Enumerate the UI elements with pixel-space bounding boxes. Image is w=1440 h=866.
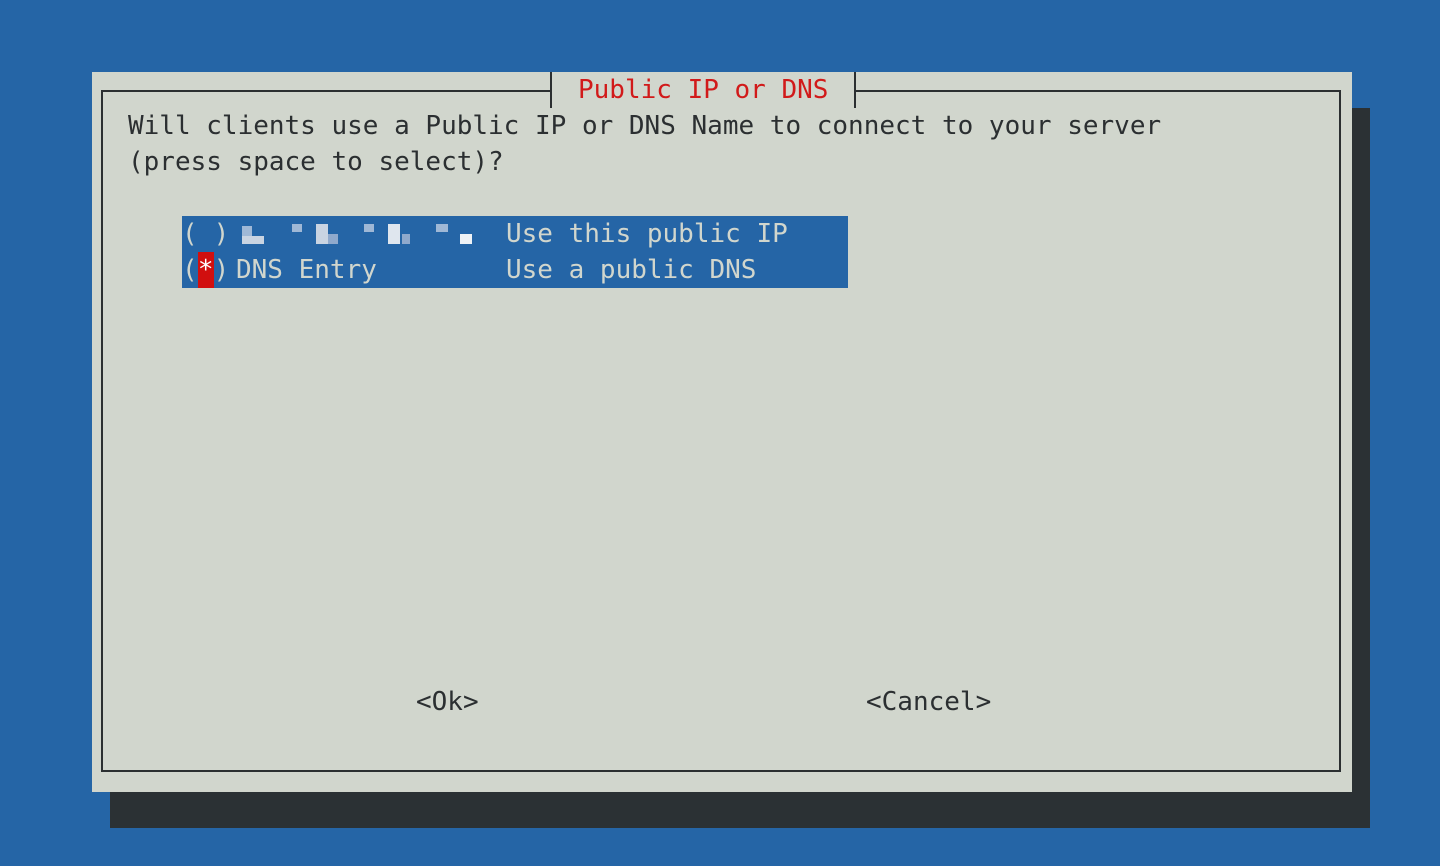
radio-mark: [198, 216, 214, 252]
whiptail-dialog: Public IP or DNS Will clients use a Publ…: [92, 72, 1352, 792]
cancel-button[interactable]: <Cancel>: [866, 684, 991, 720]
terminal-screen: Public IP or DNS Will clients use a Publ…: [0, 0, 1440, 866]
radio-button-public-ip[interactable]: ( ): [182, 216, 236, 252]
prompt-line-1: Will clients use a Public IP or DNS Name…: [128, 111, 1162, 141]
radio-open-paren: (: [182, 255, 198, 285]
option-description: Use this public IP: [506, 219, 788, 249]
radio-open-paren: (: [182, 219, 198, 249]
radio-close-paren: ): [213, 219, 230, 249]
radio-list: ( ) Use this public IP (*) DNS Entry Use…: [182, 216, 848, 288]
radio-mark-selected: *: [197, 252, 214, 288]
option-description: Use a public DNS: [506, 255, 757, 285]
prompt-line-2: (press space to select)?: [128, 147, 504, 177]
redacted-ip-address: [236, 216, 506, 252]
dialog-border: [101, 90, 1341, 772]
dialog-title: Public IP or DNS: [550, 72, 857, 108]
dialog-prompt: Will clients use a Public IP or DNS Name…: [128, 108, 1161, 180]
radio-button-dns[interactable]: (*): [182, 252, 236, 288]
option-dns-entry[interactable]: (*) DNS Entry Use a public DNS: [182, 252, 848, 288]
ok-button[interactable]: <Ok>: [416, 684, 479, 720]
option-public-ip[interactable]: ( ) Use this public IP: [182, 216, 848, 252]
option-tag: DNS Entry: [236, 255, 377, 285]
radio-close-paren: ): [213, 255, 230, 285]
